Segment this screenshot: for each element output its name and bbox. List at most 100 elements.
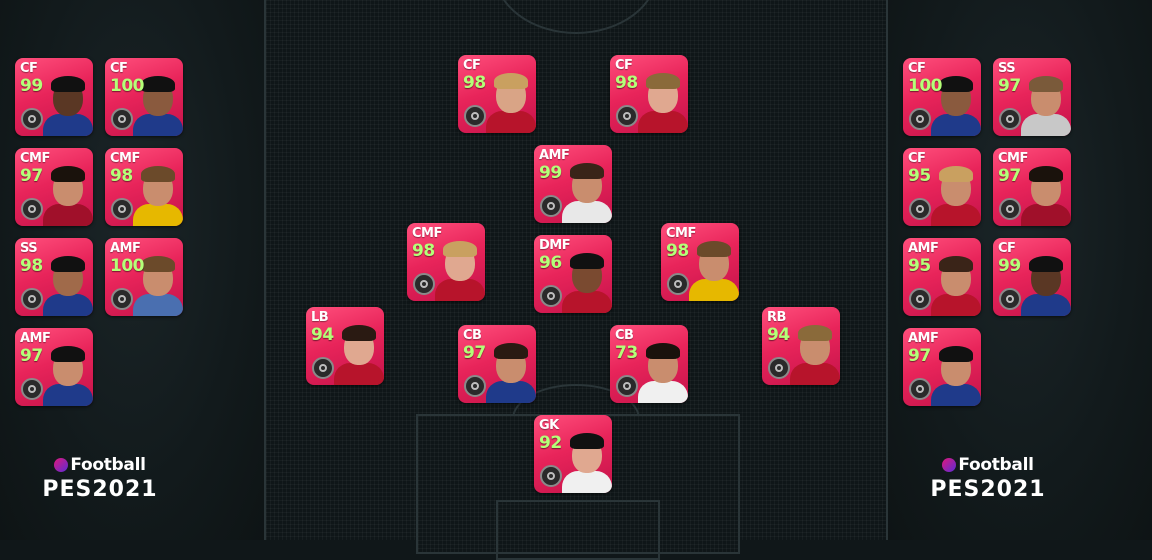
position-label: SS <box>20 241 38 256</box>
player-photo <box>931 164 981 226</box>
position-label: CF <box>110 61 128 76</box>
position-label: DMF <box>539 238 571 253</box>
overall-rating: 97 <box>20 166 43 186</box>
player-card[interactable]: CMF 97 <box>15 148 93 226</box>
overall-rating: 94 <box>311 325 334 345</box>
position-label: SS <box>998 61 1016 76</box>
position-label: CF <box>908 151 926 166</box>
e-logo-icon <box>942 458 957 472</box>
position-label: CMF <box>998 151 1028 166</box>
lineup-card-amf[interactable]: AMF 99 <box>534 145 612 223</box>
position-label: CMF <box>412 226 442 241</box>
position-label: CMF <box>666 226 696 241</box>
position-label: CF <box>615 58 633 73</box>
player-photo <box>1021 74 1071 136</box>
player-badge-icon <box>21 378 43 400</box>
position-label: AMF <box>539 148 570 163</box>
player-badge-icon <box>667 273 689 295</box>
position-label: LB <box>311 310 329 325</box>
player-photo <box>1021 254 1071 316</box>
game-title: PES2021 <box>42 477 158 502</box>
game-title: PES2021 <box>930 477 1046 502</box>
player-badge-icon <box>312 357 334 379</box>
lineup-card-cmf[interactable]: CMF 98 <box>661 223 739 301</box>
position-label: AMF <box>20 331 51 346</box>
player-card[interactable]: CF 100 <box>105 58 183 136</box>
overall-rating: 97 <box>908 346 931 366</box>
player-card[interactable]: CF 95 <box>903 148 981 226</box>
player-badge-icon <box>464 105 486 127</box>
efootball-logo: Football <box>942 455 1034 475</box>
player-card[interactable]: AMF 100 <box>105 238 183 316</box>
overall-rating: 99 <box>998 256 1021 276</box>
efootball-logo: Football <box>54 455 146 475</box>
player-photo <box>435 239 485 301</box>
player-badge-icon <box>111 288 133 310</box>
player-badge-icon <box>21 108 43 130</box>
player-photo <box>486 341 536 403</box>
player-card[interactable]: AMF 97 <box>903 328 981 406</box>
lineup-card-cmf[interactable]: CMF 98 <box>407 223 485 301</box>
overall-rating: 98 <box>412 241 435 261</box>
overall-rating: 98 <box>615 73 638 93</box>
player-badge-icon <box>909 288 931 310</box>
overall-rating: 98 <box>666 241 689 261</box>
position-label: CF <box>20 61 38 76</box>
player-badge-icon <box>909 198 931 220</box>
lineup-card-cf[interactable]: CF 98 <box>458 55 536 133</box>
player-photo <box>638 341 688 403</box>
lineup-card-cb[interactable]: CB 97 <box>458 325 536 403</box>
player-card[interactable]: SS 97 <box>993 58 1071 136</box>
position-label: CMF <box>20 151 50 166</box>
position-label: RB <box>767 310 786 325</box>
position-label: AMF <box>110 241 141 256</box>
player-photo <box>43 164 93 226</box>
lineup-card-dmf[interactable]: DMF 96 <box>534 235 612 313</box>
game-logo: Football PES2021 <box>908 455 1068 502</box>
overall-rating: 100 <box>110 76 145 96</box>
player-card[interactable]: AMF 95 <box>903 238 981 316</box>
overall-rating: 98 <box>463 73 486 93</box>
player-badge-icon <box>768 357 790 379</box>
overall-rating: 97 <box>463 343 486 363</box>
player-badge-icon <box>540 285 562 307</box>
overall-rating: 97 <box>998 166 1021 186</box>
lineup-card-cf[interactable]: CF 98 <box>610 55 688 133</box>
overall-rating: 100 <box>908 76 943 96</box>
overall-rating: 98 <box>110 166 133 186</box>
lineup-card-lb[interactable]: LB 94 <box>306 307 384 385</box>
player-photo <box>43 254 93 316</box>
player-card[interactable]: SS 98 <box>15 238 93 316</box>
player-photo <box>689 239 739 301</box>
player-photo <box>931 254 981 316</box>
player-badge-icon <box>540 465 562 487</box>
overall-rating: 97 <box>20 346 43 366</box>
lineup-card-cb[interactable]: CB 73 <box>610 325 688 403</box>
overall-rating: 92 <box>539 433 562 453</box>
player-photo <box>486 71 536 133</box>
player-badge-icon <box>464 375 486 397</box>
position-label: CMF <box>110 151 140 166</box>
overall-rating: 95 <box>908 256 931 276</box>
player-photo <box>133 164 183 226</box>
game-logo: Football PES2021 <box>20 455 180 502</box>
overall-rating: 96 <box>539 253 562 273</box>
overall-rating: 100 <box>110 256 145 276</box>
overall-rating: 98 <box>20 256 43 276</box>
overall-rating: 95 <box>908 166 931 186</box>
player-card[interactable]: CMF 98 <box>105 148 183 226</box>
player-card[interactable]: CMF 97 <box>993 148 1071 226</box>
position-label: CB <box>615 328 634 343</box>
player-card[interactable]: CF 99 <box>993 238 1071 316</box>
e-logo-icon <box>54 458 69 472</box>
lineup-card-gk[interactable]: GK 92 <box>534 415 612 493</box>
lineup-card-rb[interactable]: RB 94 <box>762 307 840 385</box>
player-card[interactable]: CF 100 <box>903 58 981 136</box>
player-badge-icon <box>21 288 43 310</box>
position-label: CF <box>998 241 1016 256</box>
goal-box <box>496 500 660 560</box>
player-badge-icon <box>909 108 931 130</box>
player-card[interactable]: AMF 97 <box>15 328 93 406</box>
player-badge-icon <box>999 108 1021 130</box>
player-card[interactable]: CF 99 <box>15 58 93 136</box>
